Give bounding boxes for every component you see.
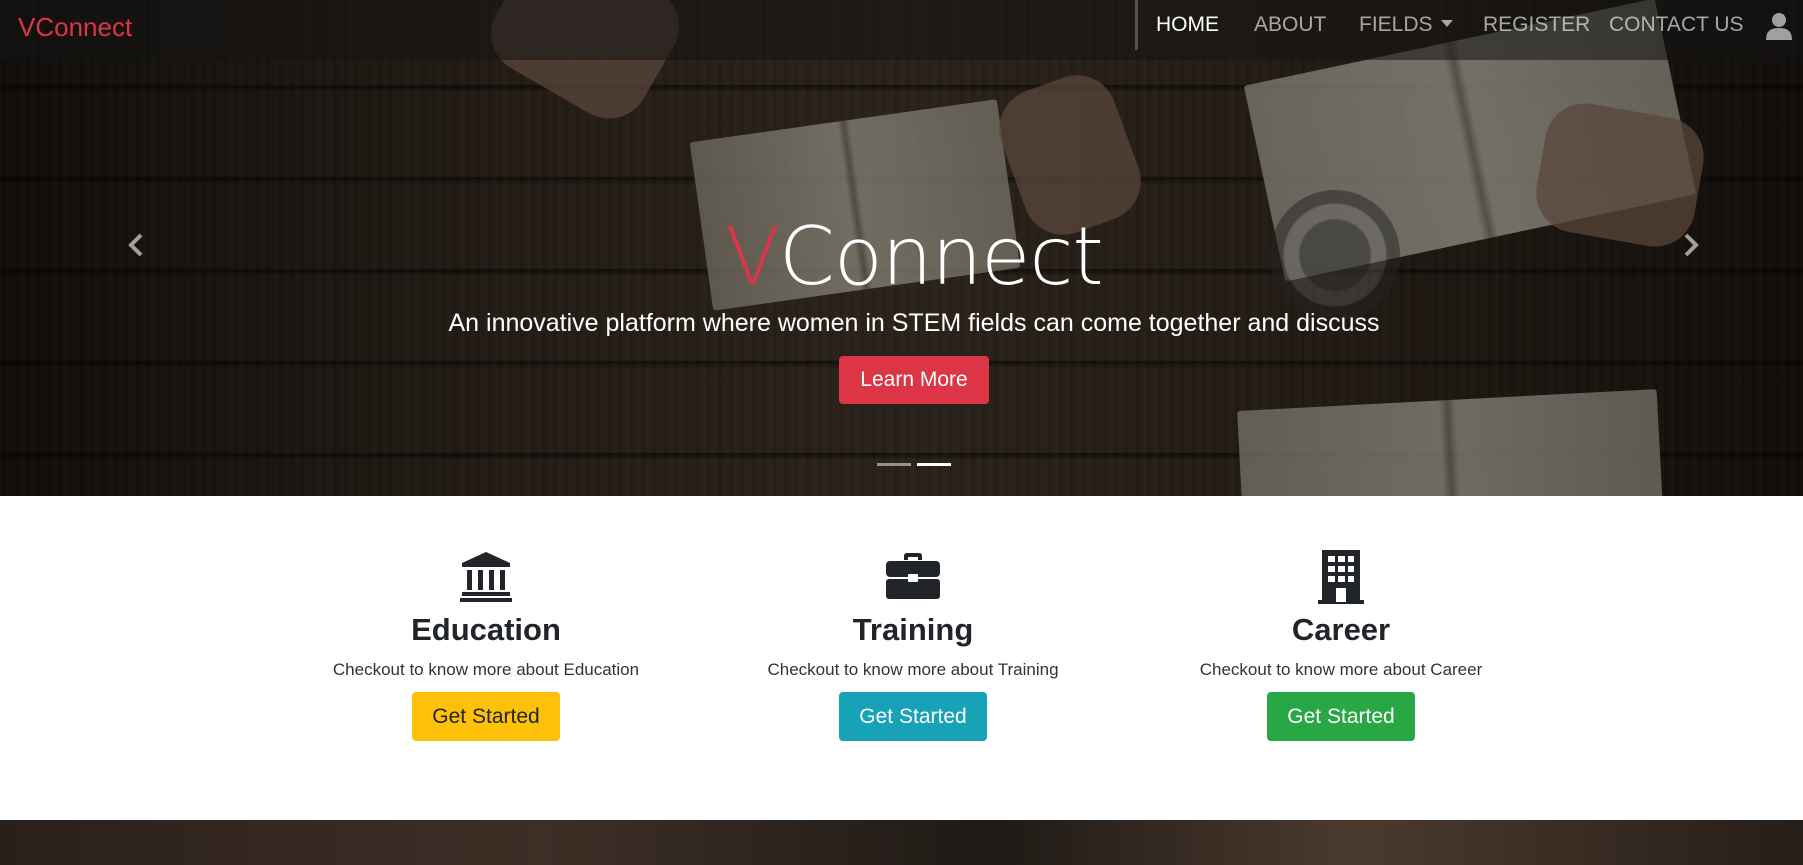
feature-title: Training: [852, 612, 974, 647]
brand-logo[interactable]: VConnect: [18, 12, 132, 43]
user-icon[interactable]: [1766, 12, 1792, 40]
feature-title: Education: [411, 612, 561, 647]
top-navbar: VConnect HOME ABOUT FIELDS REGISTER CONT…: [0, 0, 1803, 60]
hero-carousel: VConnect HOME ABOUT FIELDS REGISTER CONT…: [0, 0, 1803, 496]
briefcase-icon: [886, 553, 940, 599]
get-started-career-button[interactable]: Get Started: [1267, 692, 1415, 741]
feature-text: Checkout to know more about Training: [767, 660, 1059, 679]
chevron-right-icon[interactable]: [1675, 230, 1705, 260]
nav-item-about[interactable]: ABOUT: [1254, 13, 1326, 37]
hero-subtitle: An innovative platform where women in ST…: [448, 309, 1380, 337]
nav-item-contact[interactable]: CONTACT US: [1609, 13, 1744, 37]
carousel-indicators: [877, 463, 951, 466]
next-section-image: [0, 820, 1803, 865]
feature-card-training: Training Checkout to know more about Tra…: [733, 548, 1093, 741]
nav-divider: [1135, 0, 1138, 50]
get-started-education-button[interactable]: Get Started: [412, 692, 560, 741]
chevron-left-icon[interactable]: [122, 230, 152, 260]
nav-item-fields[interactable]: FIELDS: [1359, 13, 1453, 37]
carousel-indicator-1[interactable]: [877, 463, 911, 466]
nav-item-fields-label: FIELDS: [1359, 13, 1433, 36]
hero-title-rest: Connect: [778, 210, 1104, 303]
learn-more-button[interactable]: Learn More: [839, 356, 989, 404]
carousel-indicator-2[interactable]: [917, 463, 951, 466]
feature-card-education: Education Checkout to know more about Ed…: [306, 548, 666, 741]
feature-text: Checkout to know more about Education: [332, 660, 640, 679]
hero-title-accent: V: [725, 210, 780, 303]
feature-card-career: Career Checkout to know more about Caree…: [1161, 548, 1521, 741]
caret-down-icon: [1440, 20, 1453, 27]
feature-title: Career: [1291, 612, 1391, 647]
nav-item-home[interactable]: HOME: [1156, 13, 1219, 37]
features-section: Education Checkout to know more about Ed…: [0, 496, 1803, 820]
get-started-training-button[interactable]: Get Started: [839, 692, 987, 741]
nav-item-register[interactable]: REGISTER: [1483, 13, 1590, 37]
hero-title: VConnect: [0, 210, 1803, 303]
feature-text: Checkout to know more about Career: [1199, 660, 1483, 679]
building-icon: [1318, 550, 1364, 604]
university-icon: [460, 552, 512, 602]
